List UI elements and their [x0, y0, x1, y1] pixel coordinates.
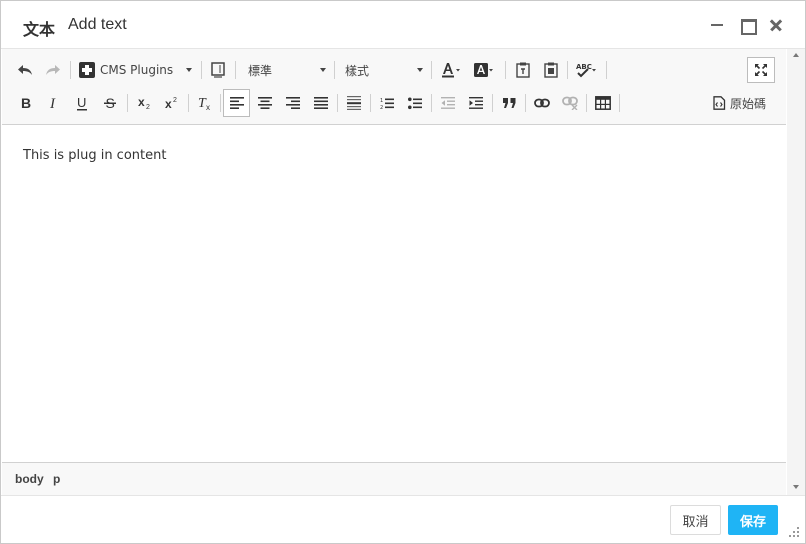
toolbar-separator	[127, 94, 128, 112]
bold-icon[interactable]: B	[14, 89, 38, 117]
editor-maximize-button[interactable]	[747, 57, 775, 83]
path-item-p[interactable]: p	[53, 472, 60, 486]
undo-icon[interactable]	[14, 56, 36, 84]
subscript-icon[interactable]: x2	[133, 89, 157, 117]
svg-text:1: 1	[380, 98, 383, 104]
cms-plugins-icon	[79, 62, 95, 78]
show-blocks-icon[interactable]	[207, 56, 229, 84]
path-item-body[interactable]: body	[15, 472, 44, 486]
svg-text:x: x	[206, 103, 210, 111]
toolbar-separator	[619, 94, 620, 112]
element-path-bar: body p	[2, 462, 786, 495]
text-color-icon[interactable]	[438, 56, 464, 84]
format-dropdown[interactable]: 標準	[242, 56, 330, 84]
editor-toolbar: CMS Plugins 標準 樣式 ABC B I U S x 2 x 2 T …	[2, 49, 786, 125]
align-justify-icon[interactable]	[309, 89, 333, 117]
align-left-icon[interactable]	[223, 89, 250, 117]
format-label: 標準	[248, 63, 273, 78]
svg-text:2: 2	[173, 97, 177, 104]
dialog: 文本 Add text CMS Plugins 標準 樣式 ABC B I U …	[0, 0, 806, 544]
cms-plugins-label: CMS Plugins	[100, 63, 174, 77]
background-color-icon[interactable]	[471, 56, 497, 84]
toolbar-separator	[492, 94, 493, 112]
svg-text:x: x	[138, 96, 145, 109]
toolbar-separator	[525, 94, 526, 112]
toolbar-row-1: CMS Plugins 標準 樣式 ABC	[2, 56, 786, 84]
maximize-window-icon[interactable]	[739, 17, 757, 35]
styles-label: 樣式	[345, 63, 370, 78]
dialog-footer: 取消 保存	[1, 495, 805, 543]
svg-text:ABC: ABC	[576, 63, 592, 71]
toolbar-separator	[567, 61, 568, 79]
vertical-scrollbar[interactable]	[787, 49, 805, 495]
link-icon[interactable]	[530, 89, 554, 117]
underline-icon[interactable]: U	[70, 89, 94, 117]
rich-text-editor: CMS Plugins 標準 樣式 ABC B I U S x 2 x 2 T …	[2, 49, 786, 495]
align-center-icon[interactable]	[253, 89, 277, 117]
chevron-down-icon	[320, 68, 326, 72]
unlink-icon[interactable]	[558, 89, 582, 117]
bullet-list-icon[interactable]	[403, 89, 427, 117]
toolbar-separator	[505, 61, 506, 79]
align-right-icon[interactable]	[281, 89, 305, 117]
indent-icon[interactable]	[464, 89, 488, 117]
fullscreen-icon	[755, 64, 767, 76]
table-icon[interactable]	[590, 89, 616, 117]
close-icon[interactable]	[768, 17, 784, 33]
horizontal-rule-icon[interactable]	[342, 89, 366, 117]
remove-format-icon[interactable]: Tx	[193, 89, 217, 117]
source-code-icon	[713, 96, 726, 110]
svg-text:2: 2	[380, 105, 383, 110]
content-paragraph[interactable]: This is plug in content	[23, 148, 166, 163]
toolbar-separator	[235, 61, 236, 79]
editor-content-area[interactable]: This is plug in content	[2, 125, 786, 462]
dialog-title: Add text	[68, 16, 127, 33]
toolbar-separator	[70, 61, 71, 79]
cancel-button[interactable]: 取消	[670, 505, 721, 535]
toolbar-separator	[370, 94, 371, 112]
toolbar-separator	[431, 94, 432, 112]
paste-word-icon[interactable]	[539, 56, 563, 84]
chevron-down-icon	[186, 68, 192, 72]
svg-text:U: U	[77, 96, 86, 110]
save-button[interactable]: 保存	[728, 505, 778, 535]
superscript-icon[interactable]: x2	[160, 89, 184, 117]
source-label: 原始碼	[730, 96, 767, 111]
italic-icon[interactable]: I	[42, 89, 66, 117]
svg-text:2: 2	[146, 104, 150, 110]
paste-text-icon[interactable]	[511, 56, 535, 84]
toolbar-separator	[220, 94, 221, 112]
source-button[interactable]: 原始碼	[712, 89, 774, 117]
svg-text:B: B	[21, 96, 31, 110]
minimize-icon[interactable]	[709, 17, 725, 33]
numbered-list-icon[interactable]: 12	[375, 89, 399, 117]
toolbar-separator	[201, 61, 202, 79]
svg-text:x: x	[165, 97, 172, 110]
spellcheck-icon[interactable]: ABC	[573, 56, 601, 84]
toolbar-separator	[431, 61, 432, 79]
outdent-icon[interactable]	[436, 89, 460, 117]
toolbar-separator	[188, 94, 189, 112]
chevron-down-icon	[417, 68, 423, 72]
toolbar-separator	[334, 61, 335, 79]
scroll-down-icon[interactable]	[793, 485, 799, 489]
toolbar-separator	[606, 61, 607, 79]
scroll-up-icon[interactable]	[793, 53, 799, 57]
dialog-title-label: 文本	[23, 20, 56, 39]
cms-plugins-dropdown[interactable]: CMS Plugins	[76, 56, 196, 84]
toolbar-row-2: B I U S x2 x2 T x 1 2 原始碼	[2, 89, 786, 117]
styles-dropdown[interactable]: 樣式	[339, 56, 427, 84]
blockquote-icon[interactable]	[497, 89, 521, 117]
toolbar-separator	[586, 94, 587, 112]
dialog-titlebar: 文本 Add text	[1, 1, 805, 49]
resize-grip-icon[interactable]	[787, 525, 801, 539]
svg-text:I: I	[49, 96, 56, 110]
toolbar-separator	[337, 94, 338, 112]
redo-icon[interactable]	[42, 56, 64, 84]
strikethrough-icon[interactable]: S	[98, 89, 122, 117]
